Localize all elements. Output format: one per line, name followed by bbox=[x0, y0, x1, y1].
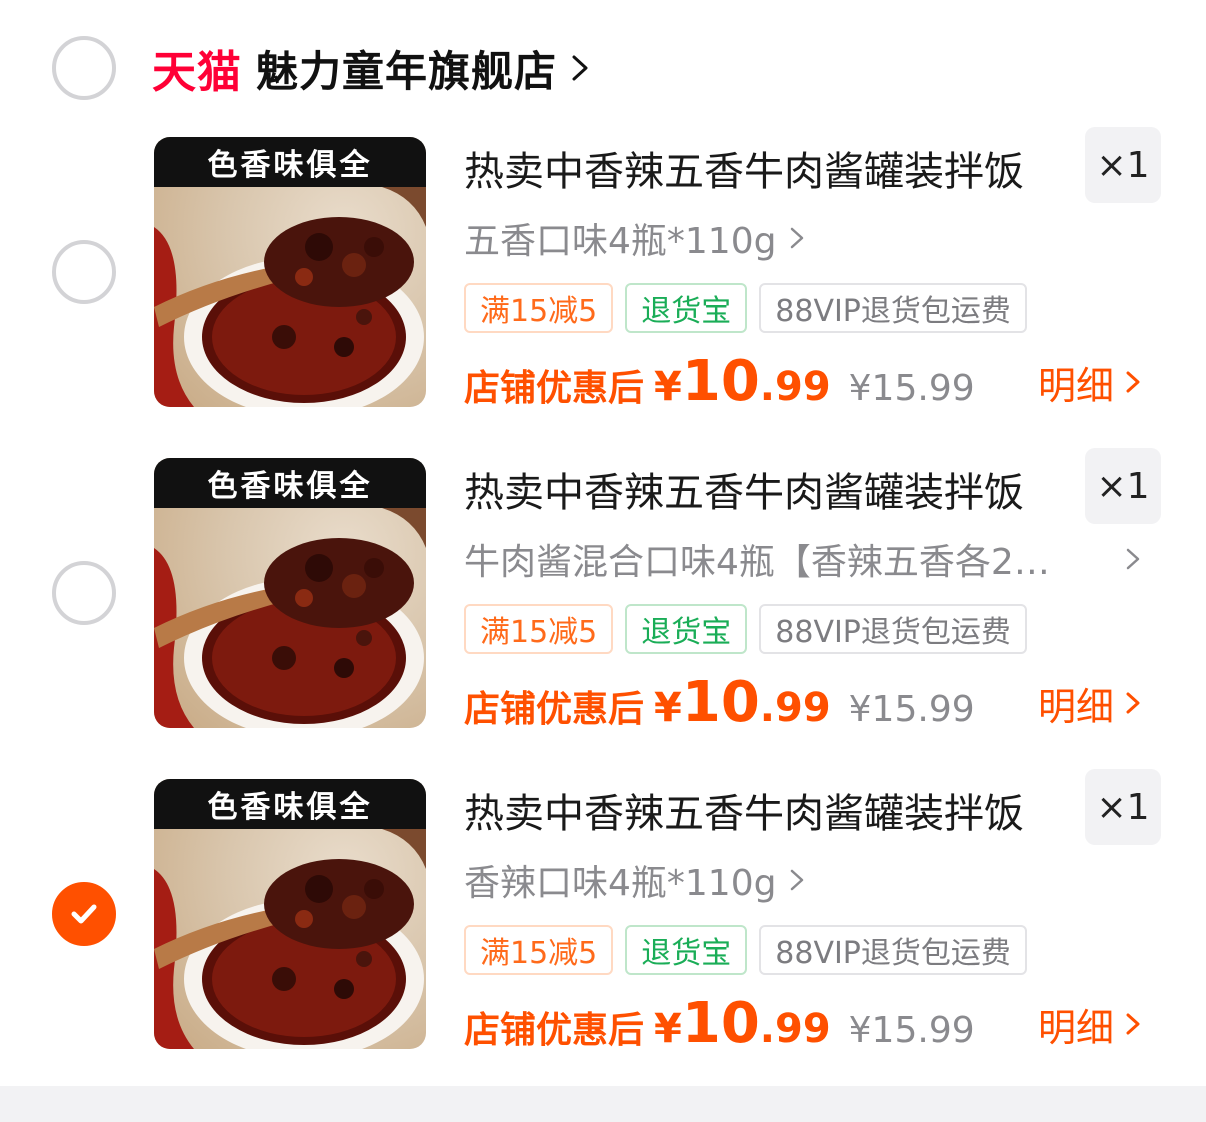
tmall-logo: 天猫 bbox=[152, 47, 242, 98]
vip-tag: 88VIP退货包运费 bbox=[759, 283, 1027, 333]
discount-tag: 满15减5 bbox=[464, 604, 614, 654]
price-row: 店铺优惠后 ¥ 10 .99 ¥15.99 bbox=[464, 349, 975, 414]
chevron-right-icon bbox=[1126, 548, 1140, 570]
product-image-banner: 色香味俱全 bbox=[154, 779, 426, 829]
return-tag: 退货宝 bbox=[625, 604, 748, 654]
product-photo bbox=[154, 187, 426, 407]
tag-row: 满15减5 退货宝 88VIP退货包运费 bbox=[464, 604, 1027, 654]
price-label: 店铺优惠后 bbox=[464, 368, 645, 409]
item-select-radio[interactable] bbox=[52, 561, 116, 625]
tag-row: 满15减5 退货宝 88VIP退货包运费 bbox=[464, 925, 1027, 975]
quantity-button[interactable]: ×1 bbox=[1085, 127, 1161, 203]
price-currency: ¥ bbox=[654, 685, 682, 731]
shop-select-radio[interactable] bbox=[52, 36, 116, 100]
cart-item: 色香味俱全 热卖中香辣五香牛肉酱罐装拌饭 ×1 牛肉酱混合口味4瓶【香辣五香各2… bbox=[0, 448, 1206, 748]
original-price: ¥15.99 bbox=[848, 689, 975, 730]
product-title[interactable]: 热卖中香辣五香牛肉酱罐装拌饭 bbox=[464, 460, 1064, 518]
detail-label: 明细 bbox=[1038, 1005, 1115, 1050]
product-title[interactable]: 热卖中香辣五香牛肉酱罐装拌饭 bbox=[464, 781, 1064, 839]
spec-text: 牛肉酱混合口味4瓶【香辣五香各2瓶】 bbox=[464, 542, 1084, 583]
vip-tag: 88VIP退货包运费 bbox=[759, 604, 1027, 654]
chevron-right-icon bbox=[1126, 692, 1140, 714]
quantity-button[interactable]: ×1 bbox=[1085, 448, 1161, 524]
cart-item: 色香味俱全 热卖中香辣五香牛肉酱罐装拌饭 ×1 五香口味4瓶*110g 满15减… bbox=[0, 127, 1206, 427]
product-image[interactable]: 色香味俱全 bbox=[154, 458, 426, 728]
cart-page: 天猫 魅力童年旗舰店 色香味俱全 热卖中香辣五香牛肉酱罐装拌饭 ×1 五香口味4… bbox=[0, 0, 1206, 1122]
price-label: 店铺优惠后 bbox=[464, 689, 645, 730]
product-image[interactable]: 色香味俱全 bbox=[154, 779, 426, 1049]
product-title[interactable]: 热卖中香辣五香牛肉酱罐装拌饭 bbox=[464, 139, 1064, 197]
tag-row: 满15减5 退货宝 88VIP退货包运费 bbox=[464, 283, 1027, 333]
discount-tag: 满15减5 bbox=[464, 925, 614, 975]
price-detail-link[interactable]: 明细 bbox=[1038, 678, 1142, 729]
bottom-divider bbox=[0, 1086, 1206, 1122]
price-integer: 10 bbox=[681, 349, 760, 414]
price-row: 店铺优惠后 ¥ 10 .99 ¥15.99 bbox=[464, 991, 975, 1056]
return-tag: 退货宝 bbox=[625, 283, 748, 333]
price-currency: ¥ bbox=[654, 1006, 682, 1052]
spec-selector[interactable]: 牛肉酱混合口味4瓶【香辣五香各2瓶】 bbox=[464, 536, 1154, 583]
item-select-radio[interactable] bbox=[52, 882, 116, 946]
price-label: 店铺优惠后 bbox=[464, 1010, 645, 1051]
price-currency: ¥ bbox=[654, 364, 682, 410]
price-row: 店铺优惠后 ¥ 10 .99 ¥15.99 bbox=[464, 670, 975, 735]
chevron-right-icon bbox=[1126, 371, 1140, 393]
spec-selector[interactable]: 五香口味4瓶*110g bbox=[464, 215, 1154, 262]
chevron-right-icon bbox=[1126, 1013, 1140, 1035]
product-image-banner: 色香味俱全 bbox=[154, 458, 426, 508]
detail-label: 明细 bbox=[1038, 363, 1115, 408]
item-select-radio[interactable] bbox=[52, 240, 116, 304]
product-image[interactable]: 色香味俱全 bbox=[154, 137, 426, 407]
spec-text: 香辣口味4瓶*110g bbox=[464, 863, 777, 904]
cart-item: 色香味俱全 热卖中香辣五香牛肉酱罐装拌饭 ×1 香辣口味4瓶*110g 满15减… bbox=[0, 769, 1206, 1069]
price-detail-link[interactable]: 明细 bbox=[1038, 999, 1142, 1050]
spec-selector[interactable]: 香辣口味4瓶*110g bbox=[464, 857, 1154, 904]
original-price: ¥15.99 bbox=[848, 368, 975, 409]
product-photo bbox=[154, 829, 426, 1049]
chevron-right-icon bbox=[791, 227, 804, 249]
discount-tag: 满15减5 bbox=[464, 283, 614, 333]
price-integer: 10 bbox=[681, 670, 760, 735]
price-integer: 10 bbox=[681, 991, 760, 1056]
shop-header[interactable]: 天猫 魅力童年旗舰店 bbox=[152, 38, 591, 98]
checkmark-icon bbox=[71, 904, 97, 924]
shop-name: 魅力童年旗舰店 bbox=[256, 46, 558, 96]
original-price: ¥15.99 bbox=[848, 1010, 975, 1051]
price-decimal: .99 bbox=[759, 364, 831, 410]
price-decimal: .99 bbox=[759, 685, 831, 731]
product-photo bbox=[154, 508, 426, 728]
quantity-button[interactable]: ×1 bbox=[1085, 769, 1161, 845]
price-detail-link[interactable]: 明细 bbox=[1038, 357, 1142, 408]
detail-label: 明细 bbox=[1038, 684, 1115, 729]
vip-tag: 88VIP退货包运费 bbox=[759, 925, 1027, 975]
chevron-right-icon bbox=[572, 55, 588, 81]
chevron-right-icon bbox=[791, 869, 804, 891]
spec-text: 五香口味4瓶*110g bbox=[464, 221, 777, 262]
price-decimal: .99 bbox=[759, 1006, 831, 1052]
return-tag: 退货宝 bbox=[625, 925, 748, 975]
product-image-banner: 色香味俱全 bbox=[154, 137, 426, 187]
